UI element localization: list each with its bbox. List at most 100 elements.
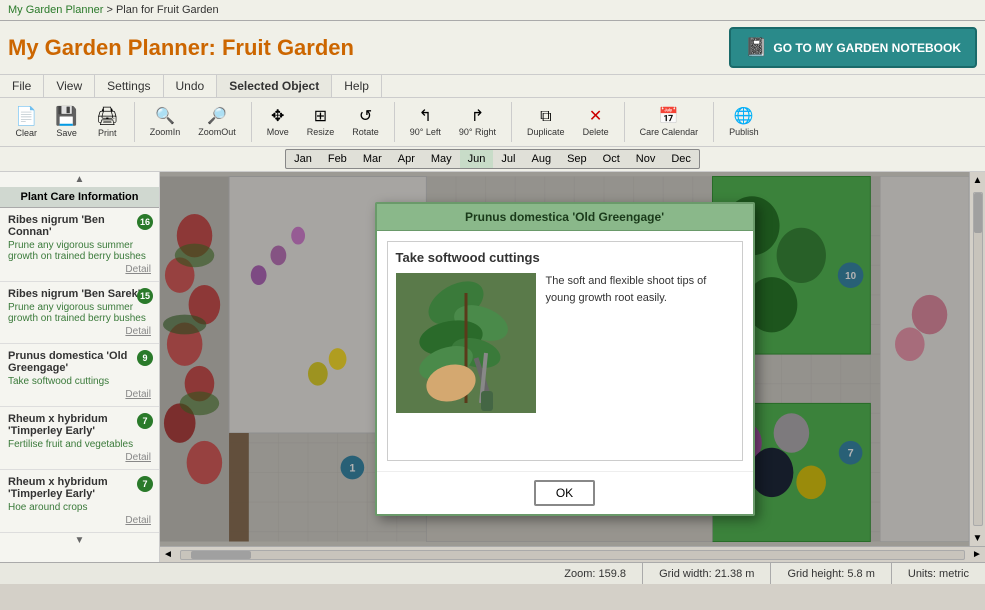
- vscroll-thumb[interactable]: [974, 193, 982, 233]
- garden-canvas-area[interactable]: 1 10: [160, 172, 985, 562]
- clear-icon: 📄: [15, 106, 37, 128]
- menu-bar: File View Settings Undo Selected Object …: [0, 74, 985, 98]
- plant-detail-link-1[interactable]: Detail: [8, 264, 151, 275]
- month-may[interactable]: May: [423, 150, 460, 168]
- rotate-button[interactable]: ↺ Rotate: [345, 104, 386, 139]
- hscroll-right-button[interactable]: ►: [969, 547, 985, 562]
- status-grid-height: Grid height: 5.8 m: [771, 563, 891, 584]
- month-jan[interactable]: Jan: [286, 150, 320, 168]
- month-nov[interactable]: Nov: [628, 150, 664, 168]
- status-grid-width: Grid width: 21.38 m: [643, 563, 771, 584]
- toolbar-separator-6: [713, 102, 714, 142]
- title-bar: My Garden Planner: Fruit Garden 📓 GO TO …: [0, 21, 985, 74]
- vscroll-down-button[interactable]: ▼: [970, 530, 985, 546]
- month-feb[interactable]: Feb: [320, 150, 355, 168]
- rotate-label: Rotate: [352, 127, 379, 137]
- breadcrumb-bar: My Garden Planner > Plan for Fruit Garde…: [0, 0, 985, 21]
- duplicate-icon: ⧉: [540, 107, 551, 126]
- move-icon: ✥: [271, 107, 284, 126]
- move-button[interactable]: ✥ Move: [260, 104, 296, 139]
- month-oct[interactable]: Oct: [595, 150, 628, 168]
- status-bar: Zoom: 159.8 Grid width: 21.38 m Grid hei…: [0, 562, 985, 584]
- clear-button[interactable]: 📄 Clear: [8, 103, 44, 141]
- plant-detail-link-5[interactable]: Detail: [8, 515, 151, 526]
- menu-settings[interactable]: Settings: [95, 75, 163, 97]
- resize-icon: ⊞: [314, 107, 327, 126]
- menu-undo[interactable]: Undo: [164, 75, 218, 97]
- zoomout-label: ZoomOut: [198, 127, 236, 137]
- title-garden-name: Fruit Garden: [222, 35, 354, 60]
- sidebar-scroll-down[interactable]: ▼: [0, 533, 159, 548]
- delete-icon: ✕: [589, 107, 602, 126]
- month-mar[interactable]: Mar: [355, 150, 390, 168]
- rotate-left-label: 90° Left: [410, 127, 441, 137]
- cutting-illustration: [396, 273, 536, 413]
- status-zoom: Zoom: 159.8: [548, 563, 643, 584]
- month-sep[interactable]: Sep: [559, 150, 595, 168]
- rotate-icon: ↺: [359, 107, 372, 126]
- resize-label: Resize: [307, 127, 335, 137]
- month-jul[interactable]: Jul: [493, 150, 523, 168]
- toolbar-separator-1: [134, 102, 135, 142]
- breadcrumb-current: Plan for Fruit Garden: [116, 4, 219, 16]
- horizontal-scrollbar[interactable]: ◄ ►: [160, 546, 985, 562]
- delete-button[interactable]: ✕ Delete: [576, 104, 616, 139]
- plant-badge-2: 15: [137, 288, 153, 304]
- menu-help[interactable]: Help: [332, 75, 382, 97]
- resize-button[interactable]: ⊞ Resize: [300, 104, 342, 139]
- plant-care-4: Fertilise fruit and vegetables: [8, 439, 151, 450]
- vscroll-track[interactable]: [973, 192, 983, 526]
- toolbar-separator-4: [511, 102, 512, 142]
- modal-title: Prunus domestica 'Old Greengage': [377, 204, 753, 231]
- rotate-right-icon: ↱: [471, 107, 484, 126]
- breadcrumb-home-link[interactable]: My Garden Planner: [8, 4, 103, 16]
- month-aug[interactable]: Aug: [523, 150, 559, 168]
- month-dec[interactable]: Dec: [663, 150, 699, 168]
- plant-detail-link-3[interactable]: Detail: [8, 389, 151, 400]
- status-units: Units: metric: [892, 563, 985, 584]
- menu-file[interactable]: File: [0, 75, 44, 97]
- plant-detail-link-2[interactable]: Detail: [8, 326, 151, 337]
- vscroll-up-button[interactable]: ▲: [970, 172, 985, 188]
- plant-care-2: Prune any vigorous summer growth on trai…: [8, 302, 151, 324]
- plant-care-3: Take softwood cuttings: [8, 376, 151, 387]
- notebook-button[interactable]: 📓 GO TO MY GARDEN NOTEBOOK: [729, 27, 977, 68]
- month-apr[interactable]: Apr: [390, 150, 423, 168]
- menu-view[interactable]: View: [44, 75, 95, 97]
- rotate-right-button[interactable]: ↱ 90° Right: [452, 104, 503, 139]
- vertical-scrollbar[interactable]: ▲ ▼: [969, 172, 985, 546]
- zoomin-button[interactable]: 🔍 ZoomIn: [143, 104, 188, 139]
- list-item: Ribes nigrum 'Ben Connan' 16 Prune any v…: [0, 208, 159, 282]
- modal-image-inner: [396, 273, 536, 413]
- menu-selected-object[interactable]: Selected Object: [217, 75, 332, 97]
- save-button[interactable]: 💾 Save: [48, 103, 84, 141]
- modal-heading: Take softwood cuttings: [396, 250, 734, 265]
- zoomout-icon: 🔎: [207, 107, 227, 126]
- main-area: ▲ Plant Care Information Ribes nigrum 'B…: [0, 172, 985, 562]
- care-calendar-button[interactable]: 📅 Care Calendar: [633, 104, 706, 139]
- zoomin-label: ZoomIn: [150, 127, 181, 137]
- modal-ok-button[interactable]: OK: [534, 480, 595, 506]
- modal-scroll-area[interactable]: Take softwood cuttings: [387, 241, 743, 461]
- sidebar-title: Plant Care Information: [0, 187, 159, 208]
- publish-button[interactable]: 🌐 Publish: [722, 104, 766, 139]
- move-label: Move: [267, 127, 289, 137]
- list-item: Rheum x hybridum 'Timperley Early' 7 Fer…: [0, 407, 159, 470]
- save-label: Save: [56, 128, 77, 138]
- toolbar-separator-2: [251, 102, 252, 142]
- plant-detail-link-4[interactable]: Detail: [8, 452, 151, 463]
- duplicate-button[interactable]: ⧉ Duplicate: [520, 104, 572, 139]
- publish-icon: 🌐: [734, 107, 754, 126]
- hscroll-left-button[interactable]: ◄: [160, 547, 176, 562]
- notebook-icon: 📓: [745, 37, 767, 58]
- rotate-left-button[interactable]: ↰ 90° Left: [403, 104, 448, 139]
- print-button[interactable]: 🖨 Print: [89, 103, 126, 141]
- list-item: Ribes nigrum 'Ben Sarek' 15 Prune any vi…: [0, 282, 159, 344]
- page-title: My Garden Planner: Fruit Garden: [8, 35, 354, 61]
- month-jun[interactable]: Jun: [460, 150, 494, 168]
- sidebar-scroll-up[interactable]: ▲: [0, 172, 159, 187]
- zoomout-button[interactable]: 🔎 ZoomOut: [191, 104, 243, 139]
- hscroll-thumb[interactable]: [191, 551, 251, 559]
- hscroll-track[interactable]: [180, 550, 965, 560]
- rotate-left-icon: ↰: [419, 107, 432, 126]
